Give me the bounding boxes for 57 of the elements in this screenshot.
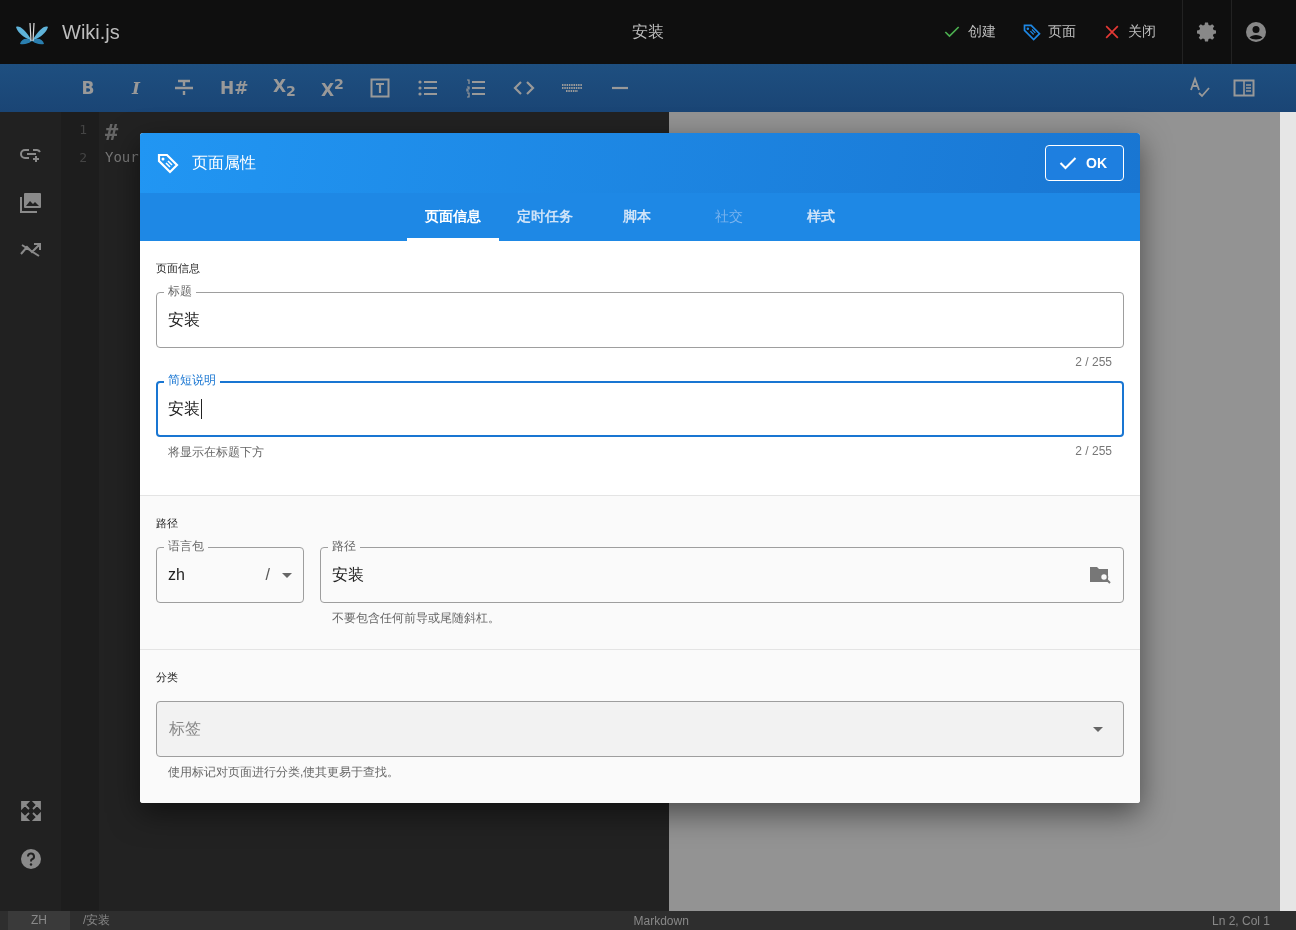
field-label: 路径 — [328, 539, 360, 553]
description-field[interactable]: 简短说明 安装 — [156, 373, 1124, 437]
close-button[interactable]: 关闭 — [1094, 16, 1164, 48]
scrollbar[interactable] — [1280, 112, 1296, 911]
path-field[interactable]: 路径 安装 — [320, 539, 1124, 603]
page-button[interactable]: 页面 — [1014, 16, 1084, 48]
text-box-icon[interactable] — [368, 76, 393, 100]
logo-text[interactable]: Wiki.js — [62, 20, 120, 44]
text-cursor — [201, 399, 202, 419]
field-label: 简短说明 — [164, 373, 220, 387]
tags-select[interactable]: 标签 — [156, 701, 1124, 757]
page-path: /安装 — [83, 912, 111, 929]
format-button[interactable]: X$_{2}$ — [272, 76, 297, 100]
locale-indicator: ZH — [8, 911, 70, 930]
field-hint: 使用标记对页面进行分类,使其更易于查找。 — [167, 764, 401, 781]
images-icon[interactable] — [18, 190, 43, 214]
field-value: 安装 — [168, 398, 200, 419]
tag-icon — [1022, 22, 1042, 42]
ok-button[interactable]: OK — [1045, 145, 1124, 181]
field-hint: 将显示在标题下方 — [168, 444, 264, 461]
dialog-tab[interactable]: 定时任务 — [499, 193, 591, 241]
dropdown-icon — [282, 572, 292, 578]
field-value: 安装 — [332, 564, 364, 585]
format-button[interactable]: H# — [220, 78, 249, 98]
section-heading: 页面信息 — [156, 261, 201, 276]
field-label: 语言包 — [164, 539, 208, 553]
code-line: Your — [105, 149, 139, 165]
fullscreen-icon[interactable] — [18, 799, 43, 823]
field-hint: 不要包含任何前导或尾随斜杠。 — [331, 610, 501, 627]
format-button[interactable]: I — [124, 78, 148, 98]
dialog-tab[interactable]: 样式 — [775, 193, 867, 241]
spellcheck-icon[interactable] — [1188, 76, 1212, 100]
locale-select[interactable]: 语言包 zh / — [156, 539, 304, 603]
code-line: # — [105, 120, 119, 145]
section-heading: 分类 — [156, 670, 179, 685]
title-field[interactable]: 标题 安装 — [156, 284, 1124, 348]
page-title: 安装 — [632, 21, 664, 42]
dropdown-icon — [1093, 726, 1103, 732]
field-placeholder: 标签 — [169, 718, 201, 739]
field-value: zh — [168, 566, 185, 584]
character-counter: 2 / 255 — [1075, 355, 1112, 369]
tag-icon — [156, 151, 180, 175]
format-button[interactable]: B — [76, 78, 100, 98]
create-button[interactable]: 创建 — [934, 16, 1004, 48]
field-label: 标题 — [164, 284, 196, 298]
section-heading: 路径 — [156, 516, 179, 531]
format-button[interactable]: X$^{2}$ — [320, 76, 345, 100]
path-separator: / — [265, 566, 270, 584]
dialog-tab[interactable]: 脚本 — [591, 193, 683, 241]
help-icon[interactable] — [18, 847, 43, 871]
editor-mode: Markdown — [633, 913, 689, 928]
settings-icon[interactable] — [1195, 20, 1219, 44]
cursor-position: Ln 2, Col 1 — [1211, 913, 1270, 928]
character-counter: 2 / 255 — [1075, 444, 1112, 460]
dialog-title: 页面属性 — [192, 152, 256, 173]
field-value: 安装 — [168, 309, 200, 330]
account-icon[interactable] — [1244, 20, 1268, 44]
